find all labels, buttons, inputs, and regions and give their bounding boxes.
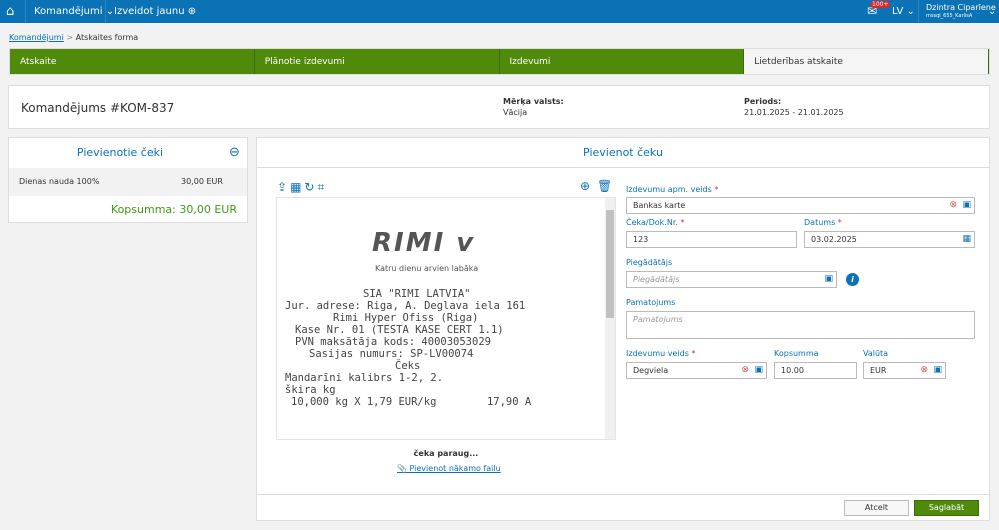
panel-title: Pievienotie čeki (76, 146, 164, 159)
scrollbar[interactable] (605, 198, 615, 439)
added-receipts-panel: Pievienotie čeki ⊖ Dienas nauda 100% 30,… (8, 137, 248, 223)
doc-number-field[interactable]: 123 (626, 231, 797, 248)
clear-icon: ⊗ (741, 365, 749, 375)
cancel-button[interactable]: Atcelt (844, 500, 909, 516)
payment-type-field[interactable]: Bankas karte ⊗ ▣ (626, 197, 975, 214)
period-label: Periods: (744, 97, 782, 106)
breadcrumb-current: Atskaites forma (75, 33, 139, 42)
step-planotie[interactable]: Plānotie izdevumi (254, 49, 500, 74)
receipt-text: SIA "RIMI LATVIA" Jur. adrese: Riga, A. D… (285, 288, 532, 408)
chevron-down-icon[interactable]: ⌄ (988, 0, 996, 23)
supplier-field[interactable]: Piegādātājs ▣ (626, 271, 837, 288)
info-icon[interactable]: i (846, 273, 859, 286)
steps-bar: Atskaite Plānotie izdevumi Izdevumi Liet… (9, 48, 990, 75)
notification-badge: 100+ (870, 1, 891, 8)
receipt-preview[interactable]: RIMI ⅴ Katru dienu arvien labāka SIA "RI… (276, 197, 616, 440)
language-select[interactable]: LV ⌄ (892, 0, 915, 23)
lookup-icon: ▣ (962, 200, 971, 210)
sum-field[interactable]: 10.00 (774, 362, 857, 379)
image-toolbar: ⇪▦↻⌗ (277, 180, 327, 195)
expense-type-field[interactable]: Degviela ⊗ ▣ (626, 362, 767, 379)
qr-code-icon[interactable]: ▦ (290, 180, 304, 194)
country-value: Vācija (503, 108, 528, 117)
save-button[interactable]: Saglabāt (914, 500, 979, 516)
create-new-button[interactable]: Izveidot jaunu ⊕ (114, 0, 196, 23)
lookup-icon: ▣ (933, 365, 942, 375)
header-card: Komandējums #KOM-837 Mērķa valsts: Vācij… (8, 85, 990, 129)
breadcrumb: Komandējumi > Atskaites forma (9, 33, 139, 42)
lookup-icon: ▣ (824, 274, 833, 284)
step-izdevumi[interactable]: Izdevumi (499, 49, 745, 74)
calendar-icon: ▦ (962, 234, 971, 244)
menu-komandejumi[interactable]: Komandējumi ⌄ (34, 0, 114, 23)
add-receipt-panel: Pievienot čeku ⇪▦↻⌗ ⊕ 🗑 RIMI ⅴ Katru die… (256, 137, 990, 521)
trash-icon[interactable]: 🗑 (597, 179, 612, 193)
preview-label: čeka paraug... (413, 449, 479, 458)
rotate-icon[interactable]: ↻ (304, 180, 317, 194)
arrow-left-circle-icon[interactable]: ⊖ (229, 145, 240, 160)
currency-field[interactable]: EUR ⊗ ▣ (863, 362, 946, 379)
breadcrumb-link[interactable]: Komandējumi (9, 33, 64, 42)
user-name[interactable]: Dzintra Ciparīene (926, 3, 996, 12)
rimi-logo: RIMI ⅴ (372, 228, 476, 258)
lookup-icon: ▣ (754, 365, 763, 375)
upload-icon[interactable]: ⇪ (277, 180, 290, 194)
date-field[interactable]: 03.02.2025 ▦ (804, 231, 975, 248)
fit-icon[interactable]: ⌗ (317, 180, 327, 194)
home-icon[interactable]: ⌂ (6, 0, 14, 23)
attach-next-file-link[interactable]: 📎 Pievienot nākamo failu (397, 464, 501, 473)
list-item[interactable]: Dienas nauda 100% 30,00 EUR (9, 168, 247, 196)
panel-title: Pievienot čeku (583, 146, 663, 159)
top-bar: ⌂ Komandējumi ⌄ Izveidot jaunu ⊕ ✉ 100+ … (0, 0, 999, 23)
paperclip-icon: 📎 (397, 464, 407, 473)
reason-field[interactable]: Pamatojums (626, 311, 975, 339)
zoom-in-icon[interactable]: ⊕ (580, 179, 590, 193)
clear-icon: ⊗ (949, 200, 957, 210)
page-title: Komandējums #KOM-837 (21, 101, 175, 115)
plus-circle-icon: ⊕ (187, 6, 197, 17)
period-value: 21.01.2025 - 21.01.2025 (744, 108, 844, 117)
clear-icon: ⊗ (920, 365, 928, 375)
total: Kopsumma: 30,00 EUR (110, 203, 237, 216)
step-lietderiba[interactable]: Lietderības atskaite (744, 49, 989, 74)
step-atskaite[interactable]: Atskaite (10, 49, 255, 74)
user-sub: mssql_655_KarlisA (926, 13, 973, 19)
country-label: Mērķa valsts: (503, 97, 564, 106)
